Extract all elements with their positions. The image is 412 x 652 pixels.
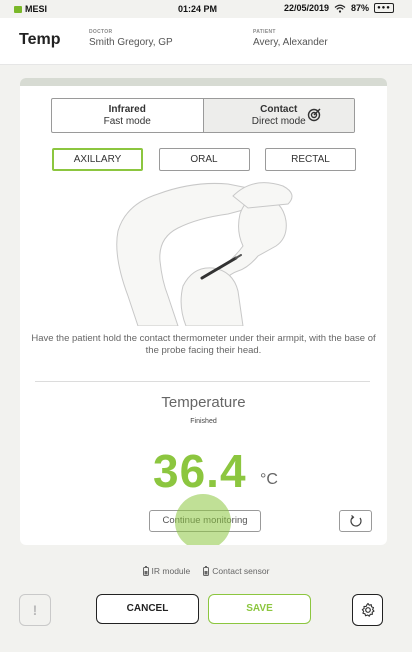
site-rectal-button[interactable]: RECTAL (265, 148, 356, 171)
date: 22/05/2019 (283, 3, 329, 13)
measurement-status: Finished (190, 418, 217, 425)
battery-icon: ●●● (374, 3, 394, 13)
patient-name: Avery, Alexander (253, 37, 328, 48)
temperature-unit: °C (260, 471, 278, 488)
site-oral-button[interactable]: ORAL (158, 148, 250, 171)
battery-icon (142, 566, 149, 576)
bottom-toolbar: ! CANCEL SAVE (0, 592, 412, 628)
mode-contact[interactable]: Contact Direct mode (202, 99, 354, 132)
patient-illustration (116, 182, 293, 326)
temperature-label: Temperature (161, 394, 246, 411)
target-icon (307, 108, 321, 122)
battery-percent: 87% (350, 3, 369, 13)
save-button[interactable]: SAVE (208, 594, 311, 624)
site-axillary-button[interactable]: AXILLARY (52, 148, 143, 171)
mode-subtitle: Fast mode (103, 116, 151, 127)
app-header: Temp DOCTOR Smith Gregory, GP PATIENT Av… (0, 18, 412, 65)
measurement-card: Infrared Fast mode Contact Direct mode A… (20, 78, 387, 545)
divider (35, 381, 370, 382)
temperature-value: 36.4 (153, 445, 247, 497)
measurement-site-selector: AXILLARY ORAL RECTAL (52, 148, 356, 171)
mode-selector: Infrared Fast mode Contact Direct mode (51, 98, 355, 133)
battery-icon (203, 566, 210, 576)
carrier-name: MESI (25, 4, 48, 14)
doctor-name: Smith Gregory, GP (89, 37, 173, 48)
continue-monitoring-button[interactable]: Continue monitoring (149, 510, 261, 532)
doctor-label: DOCTOR (89, 29, 113, 35)
wifi-icon (334, 4, 346, 13)
alert-icon: ! (32, 602, 38, 618)
alert-button[interactable]: ! (19, 594, 51, 626)
page-title: Temp (19, 31, 61, 48)
doctor-info: DOCTOR Smith Gregory, GP (89, 29, 173, 48)
settings-button[interactable] (352, 594, 383, 626)
clock: 01:24 PM (178, 4, 218, 14)
refresh-icon (349, 515, 362, 527)
sensor-label: Contact sensor (212, 566, 270, 576)
instruction-text: Have the patient hold the contact thermo… (31, 333, 376, 356)
carrier: MESI (14, 4, 47, 14)
signal-icon (14, 5, 22, 13)
patient-label: PATIENT (253, 29, 276, 35)
card-top-bar (20, 78, 387, 86)
mode-title: Infrared (108, 104, 146, 115)
status-bar: MESI 01:24 PM 22/05/2019 87% ●●● (0, 0, 412, 18)
gear-icon (361, 602, 375, 617)
mode-infrared[interactable]: Infrared Fast mode (52, 99, 203, 132)
cancel-button[interactable]: CANCEL (96, 594, 199, 624)
sensor-contact: Contact sensor (203, 566, 269, 576)
sensor-label: IR module (151, 566, 191, 576)
patient-info: PATIENT Avery, Alexander (253, 29, 328, 48)
sensor-ir-module: IR module (142, 566, 191, 576)
refresh-button[interactable] (339, 510, 372, 532)
sensor-status: IR module Contact sensor (0, 566, 412, 576)
mode-subtitle: Direct mode (251, 116, 306, 127)
mode-title: Contact (260, 104, 298, 115)
